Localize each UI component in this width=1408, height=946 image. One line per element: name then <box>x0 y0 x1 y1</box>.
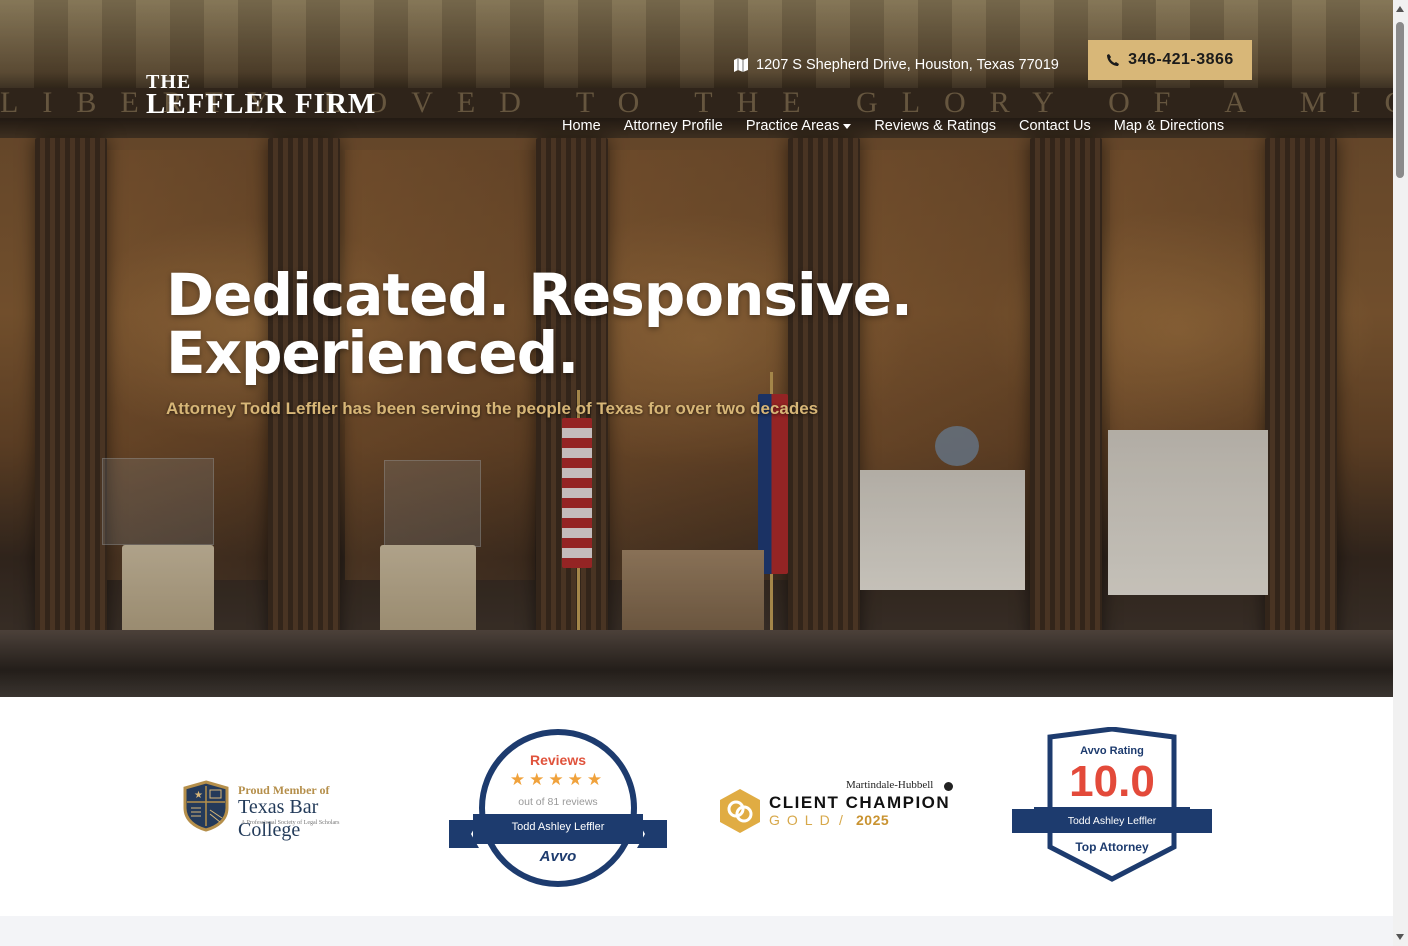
headline-line1: Dedicated. Responsive. <box>166 261 913 329</box>
tbc-line2: Texas Bar College <box>238 796 319 841</box>
scroll-down-icon[interactable] <box>1396 934 1404 940</box>
logo-line2: LEFFLER FIRM <box>146 88 377 120</box>
headline-line2: Experienced. <box>166 319 579 387</box>
map-icon <box>734 58 748 72</box>
tbc-line3: A Professional Society of Legal Scholars <box>241 820 340 826</box>
next-section-strip <box>0 916 1393 946</box>
martindale-separator: / <box>839 812 843 828</box>
martindale-dot-icon <box>944 782 953 791</box>
avvo-rating-badge[interactable]: Avvo Rating 10.0 Todd Ashley Leffler Top… <box>1012 727 1212 883</box>
martindale-year: 2025 <box>856 812 890 828</box>
hero-headline: Dedicated. Responsive. Experienced. <box>166 261 913 387</box>
address-text: 1207 S Shepherd Drive, Houston, Texas 77… <box>756 57 1059 73</box>
svg-text:★: ★ <box>194 790 203 801</box>
nav-reviews-ratings[interactable]: Reviews & Ratings <box>874 118 996 134</box>
nav-practice-areas[interactable]: Practice Areas <box>746 118 852 134</box>
martindale-top: Martindale-Hubbell <box>846 779 934 791</box>
main-nav: Home Attorney Profile Practice Areas Rev… <box>562 118 1247 134</box>
phone-number: 346-421-3866 <box>1128 51 1234 68</box>
avvo-reviews-badge[interactable]: Reviews ★★★★★ out of 81 reviews Todd Ash… <box>449 728 667 888</box>
hero-tagline: Attorney Todd Leffler has been serving t… <box>166 399 819 418</box>
site-logo[interactable]: THE LEFFLER FIRM <box>146 72 376 119</box>
client-champion-icon <box>720 789 760 833</box>
nav-attorney-profile[interactable]: Attorney Profile <box>624 118 723 134</box>
avvo-rating-label: Avvo Rating <box>1080 745 1144 757</box>
avvo-reviews-name: Todd Ashley Leffler <box>511 821 605 833</box>
avvo-rating-title: Top Attorney <box>1075 840 1149 854</box>
page-scrollbar[interactable] <box>1393 0 1408 946</box>
nav-home[interactable]: Home <box>562 118 601 134</box>
hero-section: LIBERTY LOVED TO THE GLORY OF A MIGHTY H… <box>0 0 1393 697</box>
avvo-reviews-count: out of 81 reviews <box>518 796 598 808</box>
badges-section: ★ Proud Member of Texas Bar College A Pr… <box>0 697 1393 916</box>
scrollbar-thumb[interactable] <box>1396 22 1404 178</box>
martindale-main: CLIENT CHAMPION <box>769 793 951 812</box>
shield-icon: ★ <box>183 780 229 832</box>
phone-icon <box>1107 54 1120 66</box>
avvo-reviews-title: Reviews <box>529 752 587 768</box>
martindale-client-champion-badge[interactable]: Martindale-Hubbell CLIENT CHAMPION GOLD … <box>716 777 966 837</box>
nav-practice-areas-label: Practice Areas <box>745 118 840 134</box>
phone-button[interactable]: 346-421-3866 <box>1088 40 1252 80</box>
avvo-rating-name: Todd Ashley Leffler <box>1067 815 1157 827</box>
avvo-reviews-brand: Avvo <box>539 848 577 865</box>
avvo-rating-score: 10.0 <box>1069 757 1155 806</box>
star-rating-icon: ★★★★★ <box>509 770 607 789</box>
address-link[interactable]: 1207 S Shepherd Drive, Houston, Texas 77… <box>734 57 1059 73</box>
scroll-up-icon[interactable] <box>1396 6 1404 12</box>
nav-contact-us[interactable]: Contact Us <box>1019 118 1091 134</box>
martindale-tier: GOLD <box>769 812 837 828</box>
nav-map-directions[interactable]: Map & Directions <box>1114 118 1224 134</box>
caret-down-icon <box>843 123 852 129</box>
texas-bar-college-badge[interactable]: ★ Proud Member of Texas Bar College A Pr… <box>182 780 382 841</box>
